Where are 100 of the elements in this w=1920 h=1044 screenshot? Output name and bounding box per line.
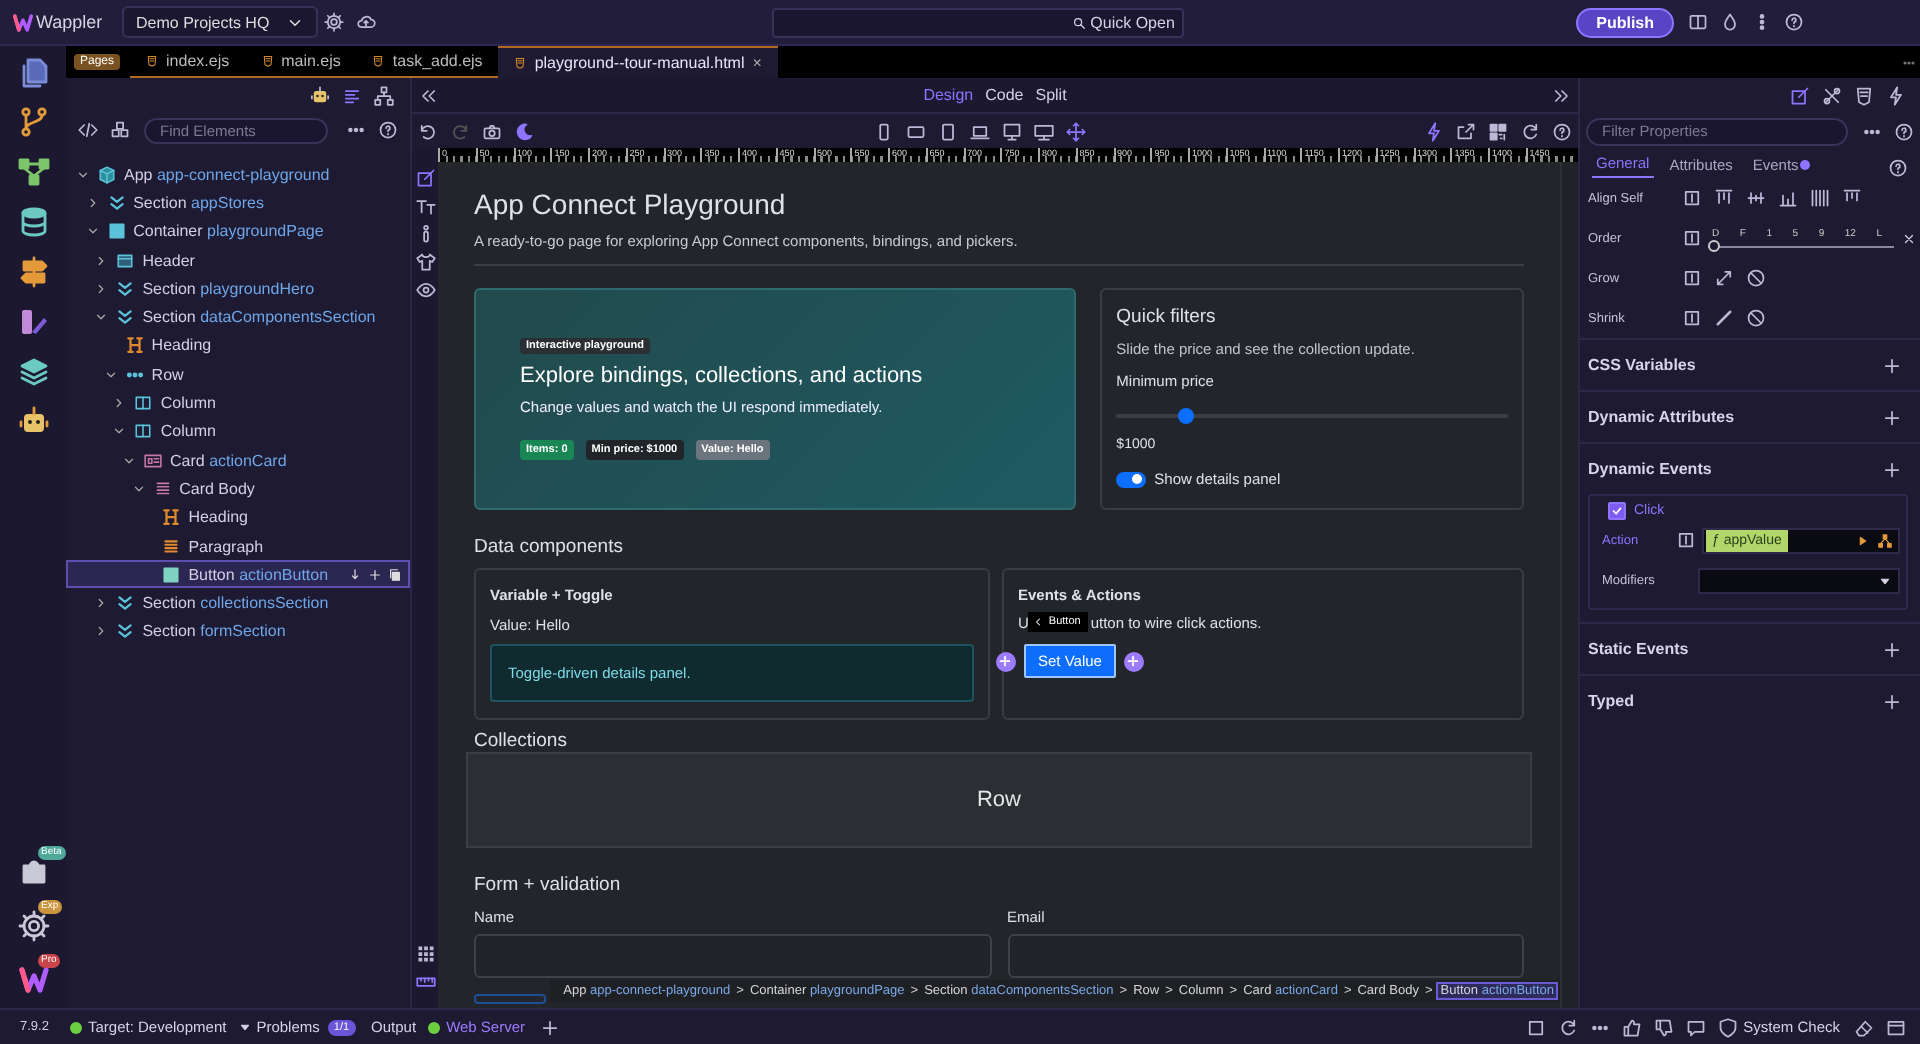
palette-icon[interactable] xyxy=(17,306,49,338)
expand-icon[interactable] xyxy=(1714,268,1734,288)
tree-item[interactable]: Button actionButton xyxy=(66,560,410,589)
robot-icon[interactable] xyxy=(17,406,49,438)
tools-icon[interactable] xyxy=(1822,85,1842,105)
checkbox[interactable] xyxy=(1608,502,1626,520)
refresh-icon[interactable] xyxy=(1557,1017,1578,1037)
add-before-handle[interactable] xyxy=(995,651,1016,671)
tree-item[interactable]: Section formSection xyxy=(66,617,410,647)
scrollbar[interactable] xyxy=(1560,162,1578,1008)
components-icon[interactable] xyxy=(110,120,130,140)
list-icon[interactable] xyxy=(342,85,362,105)
none-icon[interactable] xyxy=(1746,268,1766,288)
none-icon[interactable] xyxy=(1746,308,1766,328)
sitemap-icon[interactable] xyxy=(374,85,394,105)
slider-thumb[interactable] xyxy=(1178,407,1195,423)
add-icon[interactable] xyxy=(1882,691,1902,711)
stretch-icon[interactable] xyxy=(1810,188,1830,208)
code-icon[interactable] xyxy=(78,120,98,140)
camera-icon[interactable] xyxy=(482,121,502,141)
file-tab[interactable]: playground--tour-manual.html × xyxy=(498,46,778,78)
git-branch-icon[interactable] xyxy=(17,106,49,138)
share-icon[interactable] xyxy=(1456,121,1476,141)
tree-item[interactable]: Section dataComponentsSection xyxy=(66,302,410,332)
help-icon[interactable] xyxy=(1552,121,1572,141)
binding-icon[interactable] xyxy=(1676,530,1696,550)
laptop-icon[interactable] xyxy=(969,121,989,141)
square-icon[interactable] xyxy=(1525,1017,1546,1037)
tree-item[interactable]: Card Body xyxy=(66,474,410,504)
thumbs-up-icon[interactable] xyxy=(1621,1017,1642,1037)
flow-picker-icon[interactable] xyxy=(1878,533,1892,547)
chat-icon[interactable] xyxy=(1685,1017,1706,1037)
moon-icon[interactable] xyxy=(514,121,534,141)
phone-icon[interactable] xyxy=(873,121,893,141)
lightning-icon[interactable] xyxy=(1424,121,1444,141)
tablet-landscape-icon[interactable] xyxy=(905,121,925,141)
binding-icon[interactable] xyxy=(1682,188,1702,208)
collapse-left-icon[interactable] xyxy=(418,85,438,105)
tree-item[interactable]: Heading xyxy=(66,503,410,532)
toggle-switch[interactable] xyxy=(1116,471,1147,487)
tree-item[interactable]: Row xyxy=(66,360,410,389)
plus-icon[interactable] xyxy=(368,567,382,582)
add-icon[interactable] xyxy=(539,1017,560,1037)
help-icon[interactable] xyxy=(378,120,398,140)
tree-item[interactable]: Section playgroundHero xyxy=(66,274,410,303)
tree-item[interactable]: Card actionCard xyxy=(66,445,410,475)
chevron-down-icon[interactable] xyxy=(85,224,100,239)
move-icon[interactable] xyxy=(1065,121,1085,141)
text-field[interactable] xyxy=(1007,934,1524,978)
robot-icon[interactable] xyxy=(310,85,330,105)
align-top-icon[interactable] xyxy=(1714,188,1734,208)
undo-icon[interactable] xyxy=(418,121,438,141)
database-icon[interactable] xyxy=(17,206,49,238)
view-mode-tab[interactable]: Code xyxy=(979,86,1030,104)
align-bottom-icon[interactable] xyxy=(1778,188,1798,208)
tree-item[interactable]: Column xyxy=(66,417,410,446)
section-title[interactable]: Typed xyxy=(1588,692,1876,710)
text-field[interactable] xyxy=(474,934,991,978)
arrow-down-icon[interactable] xyxy=(348,567,362,582)
section-title[interactable]: Static Events xyxy=(1588,640,1876,658)
tree-item[interactable]: App app-connect-playground xyxy=(66,160,410,189)
tree-item[interactable]: Paragraph xyxy=(66,531,410,561)
project-dropdown[interactable]: Demo Projects HQ xyxy=(122,6,318,38)
tree-item[interactable]: Heading xyxy=(66,331,410,361)
shield-icon[interactable] xyxy=(1717,1017,1738,1037)
chevron-down-icon[interactable] xyxy=(76,167,90,182)
align-center-icon[interactable] xyxy=(1746,188,1766,208)
binding-icon[interactable] xyxy=(1682,308,1702,328)
thumbs-down-icon[interactable] xyxy=(1653,1017,1674,1037)
publish-button[interactable]: Publish xyxy=(1576,7,1675,37)
tree-item[interactable]: Section collectionsSection xyxy=(66,588,410,618)
shirt-icon[interactable] xyxy=(415,252,435,272)
help-icon[interactable] xyxy=(1894,121,1914,141)
add-icon[interactable] xyxy=(1882,355,1902,375)
close-button[interactable]: × xyxy=(752,54,762,72)
settings-icon[interactable] xyxy=(323,12,344,32)
chevron-down-icon[interactable] xyxy=(103,367,118,382)
lightning-icon[interactable] xyxy=(1886,85,1906,105)
flow-icon[interactable] xyxy=(17,156,49,188)
gear-icon[interactable] xyxy=(17,910,49,942)
view-mode-tab[interactable]: Split xyxy=(1029,86,1073,104)
ruler-icon[interactable] xyxy=(415,972,435,992)
section-title[interactable]: Dynamic Events xyxy=(1588,460,1876,478)
collapse-right-icon[interactable] xyxy=(1552,85,1572,105)
files-icon[interactable] xyxy=(17,56,49,88)
desktop-icon[interactable] xyxy=(1001,121,1021,141)
section-title[interactable]: CSS Variables xyxy=(1588,356,1876,374)
qr-code-icon[interactable] xyxy=(1488,121,1508,141)
eye-icon[interactable] xyxy=(415,280,435,300)
add-icon[interactable] xyxy=(1882,407,1902,427)
copy-icon[interactable] xyxy=(388,567,402,582)
cloud-upload-icon[interactable] xyxy=(355,12,376,32)
help-icon[interactable] xyxy=(1888,158,1908,178)
add-after-handle[interactable] xyxy=(1123,651,1144,671)
signpost-icon[interactable] xyxy=(17,256,49,288)
tablet-icon[interactable] xyxy=(937,121,957,141)
layers-icon[interactable] xyxy=(17,356,49,388)
split-panel-icon[interactable] xyxy=(1688,12,1709,32)
chevron-right-icon[interactable] xyxy=(85,195,100,210)
section-title[interactable]: Dynamic Attributes xyxy=(1588,408,1876,426)
